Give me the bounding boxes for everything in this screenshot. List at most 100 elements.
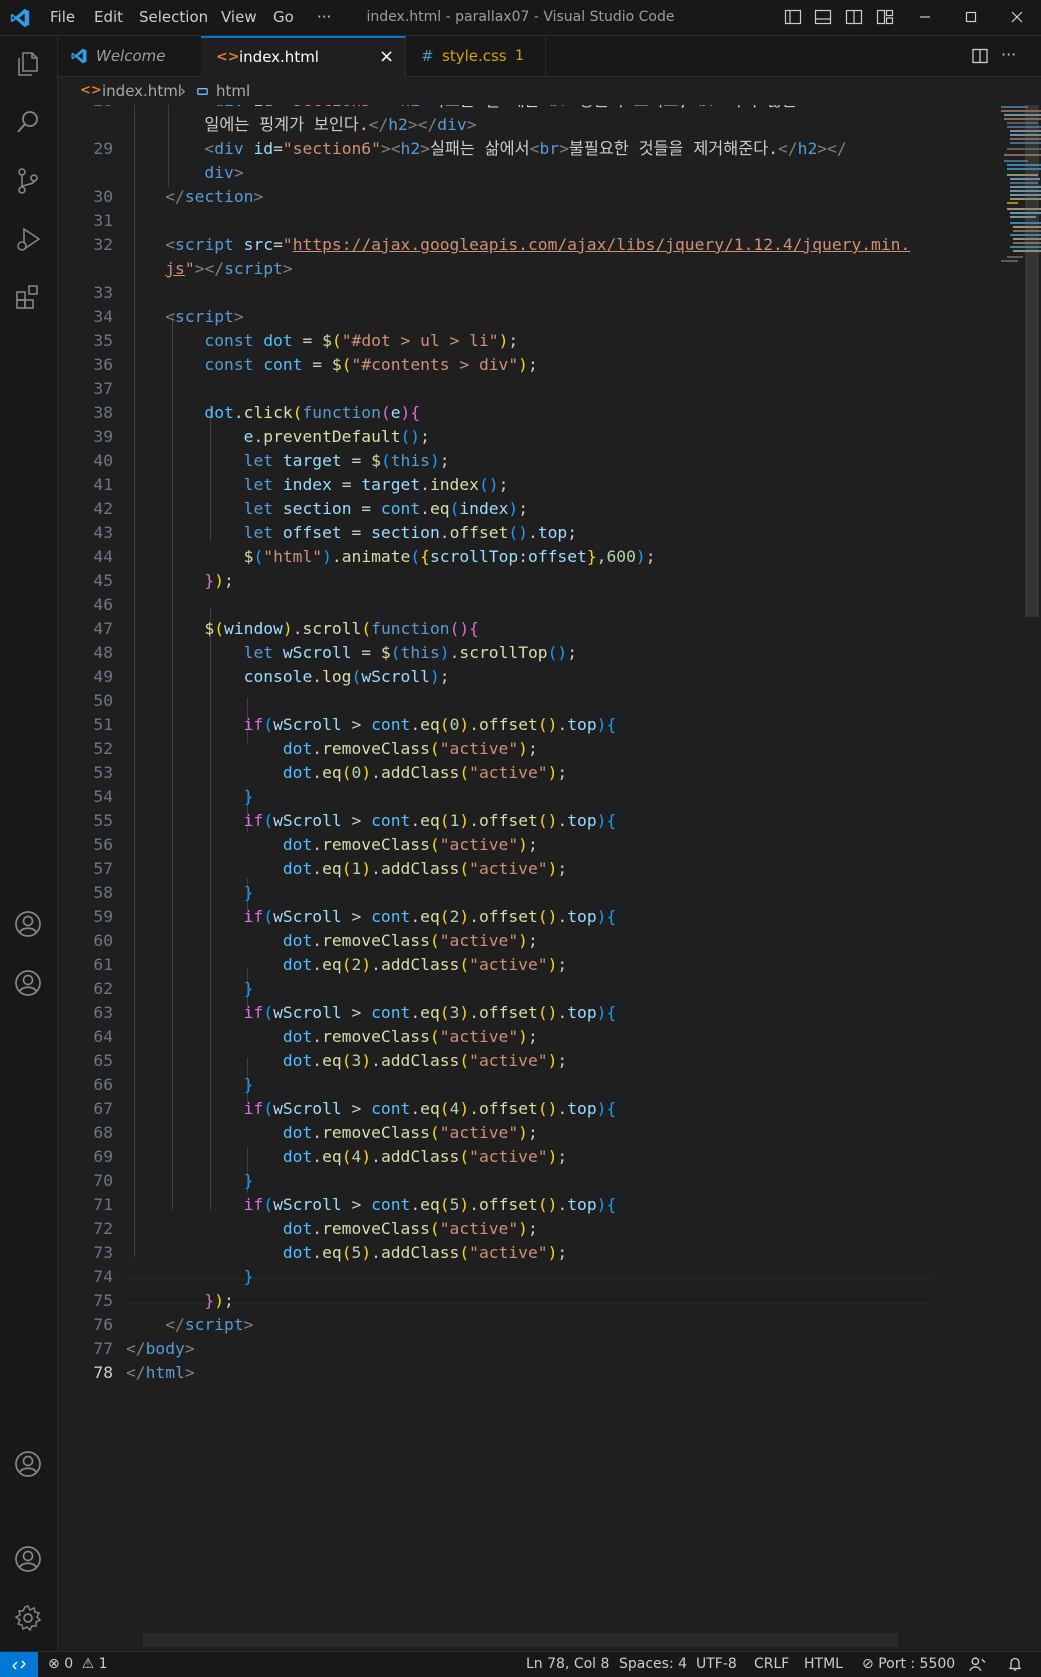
code-line[interactable]: 28 <div id="section5"><h2>나오는 길 때는<br>영원… [58, 105, 938, 113]
account-icon[interactable] [12, 908, 44, 940]
code-line[interactable]: 40 let target = $(this); [58, 449, 938, 473]
scrollbar-thumb[interactable] [1025, 105, 1039, 617]
errors-status[interactable]: ⊗ 0 ⚠ 1 [48, 1652, 108, 1676]
breadcrumb-file[interactable]: index.html [102, 77, 182, 105]
customize-layout-icon[interactable] [876, 8, 894, 26]
code-line[interactable]: 46 [58, 593, 938, 617]
code-line[interactable]: 48 let wScroll = $(this).scrollTop(); [58, 641, 938, 665]
code-line[interactable]: 50 [58, 689, 938, 713]
toggle-primary-sidebar-icon[interactable] [784, 8, 802, 26]
code-line[interactable]: 47 $(window).scroll(function(){ [58, 617, 938, 641]
code-line[interactable]: 30 </section> [58, 185, 938, 209]
source-control-icon[interactable] [12, 165, 44, 197]
remote-indicator[interactable] [0, 1652, 38, 1677]
code-line[interactable]: 49 console.log(wScroll); [58, 665, 938, 689]
maximize-icon[interactable] [962, 8, 980, 26]
extensions-icon[interactable] [12, 281, 44, 313]
horizontal-scrollbar[interactable] [143, 1633, 898, 1647]
live-server-status[interactable]: ⊘ Port : 5500 [862, 1652, 955, 1676]
code-line[interactable]: 55 if(wScroll > cont.eq(1).offset().top)… [58, 809, 938, 833]
indentation-status[interactable]: Spaces: 4 [619, 1652, 687, 1676]
code-line[interactable]: 29 <div id="section6"><h2>실패는 삶에서<br>불필요… [58, 137, 938, 161]
code-line[interactable]: 69 dot.eq(4).addClass("active"); [58, 1145, 938, 1169]
breadcrumb-symbol[interactable]: html [216, 77, 250, 105]
code-line[interactable]: 51 if(wScroll > cont.eq(0).offset().top)… [58, 713, 938, 737]
code-line[interactable]: 56 dot.removeClass("active"); [58, 833, 938, 857]
toggle-secondary-sidebar-icon[interactable] [845, 8, 863, 26]
code-line[interactable]: 37 [58, 377, 938, 401]
cursor-position[interactable]: Ln 78, Col 8 [526, 1652, 609, 1676]
code-line[interactable]: div> [58, 161, 938, 185]
code-line[interactable]: 42 let section = cont.eq(index); [58, 497, 938, 521]
menu-file[interactable]: File [50, 0, 75, 35]
account-icon[interactable] [12, 1448, 44, 1480]
code-line[interactable]: 78 </html> [58, 1361, 938, 1385]
menu-selection[interactable]: Selection [139, 0, 208, 35]
code-line[interactable]: 45 }); [58, 569, 938, 593]
code-line[interactable]: js"></script> [58, 257, 938, 281]
eol-status[interactable]: CRLF [754, 1652, 789, 1676]
language-mode[interactable]: HTML [804, 1652, 843, 1676]
menu-edit[interactable]: Edit [94, 0, 123, 35]
code-line[interactable]: 59 if(wScroll > cont.eq(2).offset().top)… [58, 905, 938, 929]
code-line[interactable]: 73 dot.eq(5).addClass("active"); [58, 1241, 938, 1265]
toggle-panel-icon[interactable] [814, 8, 832, 26]
minimize-icon[interactable] [916, 8, 934, 26]
explorer-icon[interactable] [12, 48, 44, 80]
menu-more[interactable]: ··· [317, 0, 331, 35]
code-line[interactable]: 63 if(wScroll > cont.eq(3).offset().top)… [58, 1001, 938, 1025]
encoding-status[interactable]: UTF-8 [696, 1652, 737, 1676]
code-line[interactable]: 70 } [58, 1169, 938, 1193]
code-line[interactable]: 76 </script> [58, 1313, 938, 1337]
code-line[interactable]: 36 const cont = $("#contents > div"); [58, 353, 938, 377]
code-line[interactable]: 72 dot.removeClass("active"); [58, 1217, 938, 1241]
code-line[interactable]: 71 if(wScroll > cont.eq(5).offset().top)… [58, 1193, 938, 1217]
code-line[interactable]: 39 e.preventDefault(); [58, 425, 938, 449]
code-line[interactable]: 64 dot.removeClass("active"); [58, 1025, 938, 1049]
code-line[interactable]: 44 $("html").animate({scrollTop:offset},… [58, 545, 938, 569]
code-line[interactable]: 52 dot.removeClass("active"); [58, 737, 938, 761]
code-line[interactable]: 61 dot.eq(2).addClass("active"); [58, 953, 938, 977]
code-line[interactable]: 57 dot.eq(1).addClass("active"); [58, 857, 938, 881]
code-line[interactable]: 77 </body> [58, 1337, 938, 1361]
close-window-icon[interactable] [1008, 8, 1026, 26]
vertical-scrollbar[interactable] [1024, 105, 1040, 1635]
code-line[interactable]: 58 } [58, 881, 938, 905]
code-line[interactable]: 일에는 핑계가 보인다.</h2></div> [58, 113, 938, 137]
split-editor-icon[interactable] [971, 47, 989, 65]
code-line[interactable]: 32 <script src="https://ajax.googleapis.… [58, 233, 938, 257]
run-and-debug-icon[interactable] [12, 223, 44, 255]
tab-style-css[interactable]: # style.css 1 [405, 36, 546, 76]
close-tab-icon[interactable]: × [379, 38, 394, 76]
code-line[interactable]: 41 let index = target.index(); [58, 473, 938, 497]
menu-view[interactable]: View [221, 0, 257, 35]
code-line[interactable]: 75 }); [58, 1289, 938, 1313]
more-actions-icon[interactable]: ··· [1001, 36, 1016, 74]
code-line[interactable]: 60 dot.removeClass("active"); [58, 929, 938, 953]
code-line[interactable]: 66 } [58, 1073, 938, 1097]
code-line[interactable]: 33 [58, 281, 938, 305]
code-line[interactable]: 38 dot.click(function(e){ [58, 401, 938, 425]
code-line[interactable]: 31 [58, 209, 938, 233]
tab-index-html[interactable]: <> index.html × [201, 36, 406, 77]
code-line[interactable]: 43 let offset = section.offset().top; [58, 521, 938, 545]
line-number: 33 [93, 283, 113, 302]
notifications-bell-icon[interactable] [1007, 1656, 1023, 1672]
menu-go[interactable]: Go [273, 0, 294, 35]
tab-welcome[interactable]: Welcome [58, 36, 202, 76]
code-editor[interactable]: 28 <div id="section5"><h2>나오는 길 때는<br>영원… [58, 105, 1041, 1635]
code-line[interactable]: 35 const dot = $("#dot > ul > li"); [58, 329, 938, 353]
code-line[interactable]: 62 } [58, 977, 938, 1001]
code-line[interactable]: 68 dot.removeClass("active"); [58, 1121, 938, 1145]
account-icon[interactable] [12, 967, 44, 999]
code-line[interactable]: 54 } [58, 785, 938, 809]
code-line[interactable]: 65 dot.eq(3).addClass("active"); [58, 1049, 938, 1073]
code-line[interactable]: 67 if(wScroll > cont.eq(4).offset().top)… [58, 1097, 938, 1121]
code-line[interactable]: 34 <script> [58, 305, 938, 329]
search-icon[interactable] [12, 106, 44, 138]
settings-gear-icon[interactable] [12, 1602, 44, 1634]
account-icon[interactable] [12, 1543, 44, 1575]
code-line[interactable]: 53 dot.eq(0).addClass("active"); [58, 761, 938, 785]
code-line[interactable]: 74 } [58, 1265, 938, 1289]
feedback-icon[interactable] [969, 1656, 986, 1673]
